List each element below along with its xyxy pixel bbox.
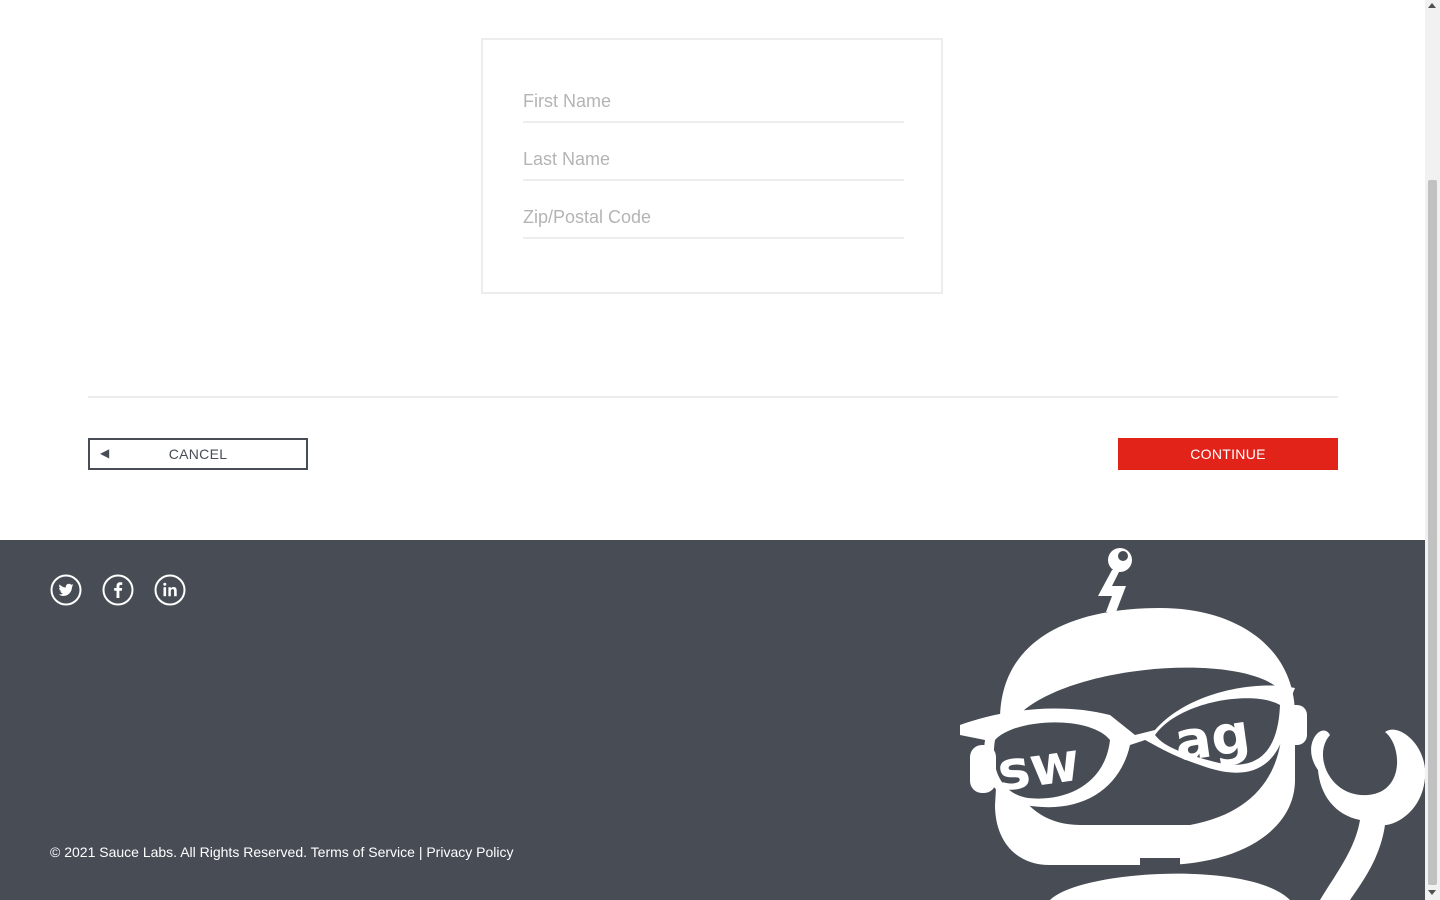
mascot-text-sw: sw <box>994 730 1084 804</box>
back-arrow-icon: ◀ <box>100 446 110 460</box>
scroll-down-icon[interactable] <box>1428 890 1436 895</box>
footer-separator: | <box>418 844 423 860</box>
swag-bot-mascot: sw ag <box>960 548 1425 900</box>
cancel-button[interactable]: ◀ CANCEL <box>88 438 308 470</box>
scrollbar-thumb[interactable] <box>1428 180 1437 885</box>
section-divider <box>88 396 1338 398</box>
facebook-link[interactable] <box>102 574 134 606</box>
copyright-line: © 2021 Sauce Labs. All Rights Reserved. … <box>50 844 513 860</box>
continue-button-label: CONTINUE <box>1190 446 1266 462</box>
facebook-icon <box>102 574 134 606</box>
twitter-icon <box>50 574 82 606</box>
linkedin-icon <box>154 574 186 606</box>
privacy-policy-link[interactable]: Privacy Policy <box>426 844 513 860</box>
first-name-input[interactable] <box>523 81 904 123</box>
checkout-info-form <box>481 38 943 294</box>
zip-postal-code-input[interactable] <box>523 197 904 239</box>
twitter-link[interactable] <box>50 574 82 606</box>
terms-of-service-link[interactable]: Terms of Service <box>311 844 415 860</box>
mascot-text-ag: ag <box>1171 701 1254 774</box>
scroll-up-icon[interactable] <box>1428 3 1436 8</box>
continue-button[interactable]: CONTINUE <box>1118 438 1338 470</box>
copyright-text: © 2021 Sauce Labs. All Rights Reserved. <box>50 844 308 860</box>
last-name-input[interactable] <box>523 139 904 181</box>
linkedin-link[interactable] <box>154 574 186 606</box>
cancel-button-label: CANCEL <box>168 446 228 462</box>
vertical-scrollbar[interactable] <box>1425 0 1440 900</box>
footer: © 2021 Sauce Labs. All Rights Reserved. … <box>0 540 1425 900</box>
checkout-information-page: ◀ CANCEL CONTINUE <box>0 0 1440 900</box>
checkout-content: ◀ CANCEL CONTINUE <box>0 0 1425 540</box>
